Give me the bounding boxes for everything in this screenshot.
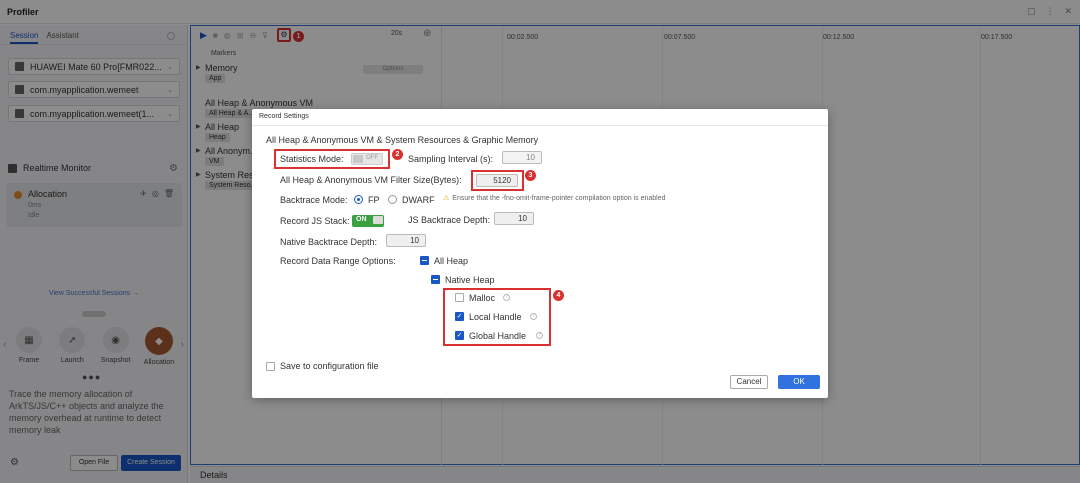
native-backtrace-depth-label: Native Backtrace Depth: <box>280 237 378 247</box>
malloc-checkbox[interactable] <box>455 293 464 302</box>
global-handle-checkbox[interactable]: ✓ <box>455 331 464 340</box>
backtrace-mode-label: Backtrace Mode: <box>280 195 348 205</box>
save-config-checkbox[interactable] <box>266 362 275 371</box>
step-badge-4: 4 <box>553 290 564 301</box>
record-js-stack-toggle[interactable]: ON <box>352 215 384 227</box>
save-config-label: Save to configuration file <box>280 361 379 371</box>
warning-icon: ⚠ <box>443 195 450 202</box>
toggle-knob <box>353 155 363 163</box>
record-js-stack-label: Record JS Stack: <box>280 216 350 226</box>
dialog-heading: All Heap & Anonymous VM & System Resourc… <box>266 135 539 145</box>
record-settings-dialog: Record Settings All Heap & Anonymous VM … <box>252 109 828 398</box>
help-icon[interactable]: ? <box>503 294 510 301</box>
backtrace-fp-radio[interactable] <box>354 195 363 204</box>
ok-button[interactable]: OK <box>778 375 820 389</box>
backtrace-dwarf-label: DWARF <box>402 195 435 205</box>
cancel-button[interactable]: Cancel <box>730 375 768 389</box>
dialog-title: Record Settings <box>259 113 309 120</box>
statistics-mode-label: Statistics Mode: <box>280 154 344 164</box>
global-handle-label: Global Handle <box>469 331 527 341</box>
statistics-mode-value: OFF <box>366 155 378 161</box>
sampling-interval-input[interactable]: 10 <box>502 151 542 164</box>
local-handle-label: Local Handle <box>469 312 522 322</box>
statistics-mode-toggle[interactable]: OFF <box>351 153 383 165</box>
all-heap-checkbox[interactable] <box>420 256 429 265</box>
all-heap-label: All Heap <box>434 256 469 266</box>
native-heap-label: Native Heap <box>445 275 495 285</box>
toggle-knob <box>373 216 383 224</box>
dialog-divider <box>252 125 828 126</box>
filter-size-label: All Heap & Anonymous VM Filter Size(Byte… <box>280 175 462 185</box>
malloc-label: Malloc <box>469 293 496 303</box>
help-icon[interactable]: ? <box>530 313 537 320</box>
frame-pointer-warning-text: Ensure that the -fno-omit-frame-pointer … <box>452 195 666 202</box>
native-heap-checkbox[interactable] <box>431 275 440 284</box>
frame-pointer-warning: ⚠ Ensure that the -fno-omit-frame-pointer… <box>443 194 666 202</box>
local-handle-checkbox[interactable]: ✓ <box>455 312 464 321</box>
step-badge-3: 3 <box>525 170 536 181</box>
backtrace-dwarf-radio[interactable] <box>388 195 397 204</box>
step-badge-2: 2 <box>392 149 403 160</box>
backtrace-fp-label: FP <box>368 195 380 205</box>
record-js-stack-value: ON <box>356 216 367 223</box>
native-backtrace-depth-input[interactable]: 10 <box>386 234 426 247</box>
js-backtrace-depth-label: JS Backtrace Depth: <box>408 215 491 225</box>
data-range-label: Record Data Range Options: <box>280 256 396 266</box>
js-backtrace-depth-input[interactable]: 10 <box>494 212 534 225</box>
sampling-interval-label: Sampling Interval (s): <box>408 154 494 164</box>
help-icon[interactable]: ? <box>536 332 543 339</box>
filter-size-input[interactable]: 5120 <box>476 174 518 187</box>
